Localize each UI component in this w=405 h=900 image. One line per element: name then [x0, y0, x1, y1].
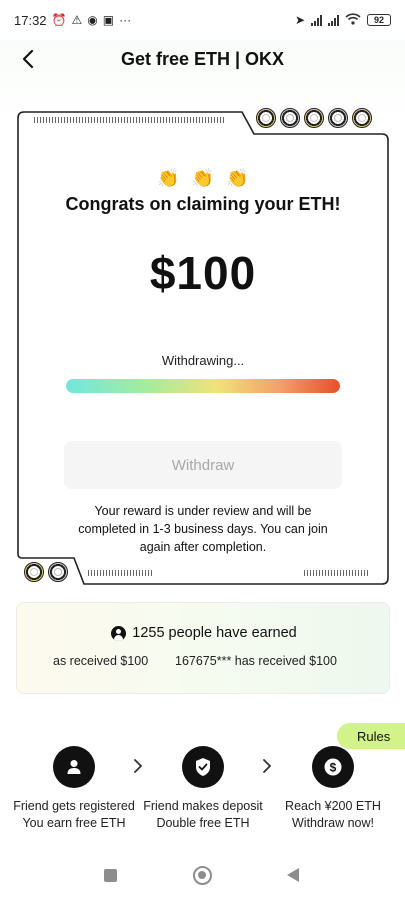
step-text: Friend gets registered You earn free ETH	[13, 799, 135, 830]
withdraw-progress-bar	[66, 379, 340, 393]
progress-fill	[66, 379, 340, 393]
wifi-icon	[345, 13, 361, 27]
earned-summary: 1255 people have earned as received $100…	[16, 602, 390, 694]
coin-icon	[48, 562, 68, 582]
dollar-coin-icon: $	[312, 746, 354, 788]
triangle-a-icon: ⚠	[71, 13, 83, 27]
withdrawing-label: Withdrawing...	[161, 353, 245, 368]
clap-icon: 👏	[226, 168, 249, 188]
ticker-item: 167675*** has received $100	[175, 654, 337, 668]
ticker-item: as received $100	[53, 654, 149, 668]
recents-icon[interactable]	[104, 869, 117, 882]
coin-icon	[304, 108, 324, 128]
earned-ticker: as received $100 167675*** has received …	[17, 654, 389, 674]
card-deco-strip	[34, 117, 224, 123]
step-text: Friend makes deposit Double free ETH	[143, 799, 263, 830]
alarm-icon: ⏰	[51, 13, 67, 27]
user-icon	[53, 746, 95, 788]
step-deposit: Friend makes deposit Double free ETH	[138, 746, 268, 831]
coin-icon	[328, 108, 348, 128]
reward-amount: $100	[149, 247, 257, 299]
reward-card: 👏 👏 👏 Congrats on claiming your ETH! $10…	[16, 108, 390, 586]
status-bar: 17:32 ⏰ ⚠ ◉ ▣ ··· ➤ 92	[0, 0, 405, 40]
page-title: Get free ETH | OKX	[120, 48, 285, 69]
shield-check-icon	[182, 746, 224, 788]
step-register: Friend gets registered You earn free ETH	[9, 746, 139, 831]
user-circle-icon	[111, 625, 127, 641]
status-left: 17:32 ⏰ ⚠ ◉ ▣ ···	[14, 13, 131, 28]
battery-icon: 92	[367, 14, 391, 26]
messenger-icon: ◉	[87, 13, 98, 27]
system-nav-bar	[0, 852, 405, 900]
back-triangle-icon[interactable]	[287, 868, 299, 882]
signal-icon	[328, 14, 339, 26]
card-deco-strip	[88, 570, 154, 576]
box-icon: ▣	[102, 13, 115, 27]
chevron-left-icon	[22, 49, 34, 69]
status-time: 17:32	[14, 12, 47, 28]
home-icon[interactable]	[193, 866, 212, 885]
status-right: ➤ 92	[295, 13, 391, 27]
coin-icon	[256, 108, 276, 128]
earned-headline: 1255 people have earned	[132, 625, 297, 641]
coin-icon	[352, 108, 372, 128]
clap-icon: 👏	[157, 168, 180, 188]
clap-icon: 👏	[191, 168, 215, 188]
more-dots-icon: ···	[119, 13, 132, 27]
svg-text:$: $	[330, 761, 337, 775]
page-header: Get free ETH | OKX	[0, 40, 405, 78]
step-text: Reach ¥200 ETH Withdraw now!	[285, 799, 381, 830]
congrats-heading: Congrats on claiming your ETH!	[65, 194, 341, 214]
coin-icon	[24, 562, 44, 582]
coin-row-top	[256, 108, 372, 128]
withdraw-button[interactable]: Withdraw	[64, 441, 342, 489]
clap-row: 👏 👏 👏	[16, 168, 390, 189]
card-deco-strip	[304, 570, 370, 576]
location-arrow-icon: ➤	[294, 13, 305, 27]
coin-row-bottom	[24, 562, 68, 582]
earned-headline-row: 1255 people have earned	[17, 625, 389, 641]
step-withdraw: $ Reach ¥200 ETH Withdraw now!	[268, 746, 398, 831]
back-button[interactable]	[14, 45, 42, 73]
review-notice: Your reward is under review and will be …	[78, 504, 328, 554]
coin-icon	[280, 108, 300, 128]
signal-icon	[311, 14, 322, 26]
